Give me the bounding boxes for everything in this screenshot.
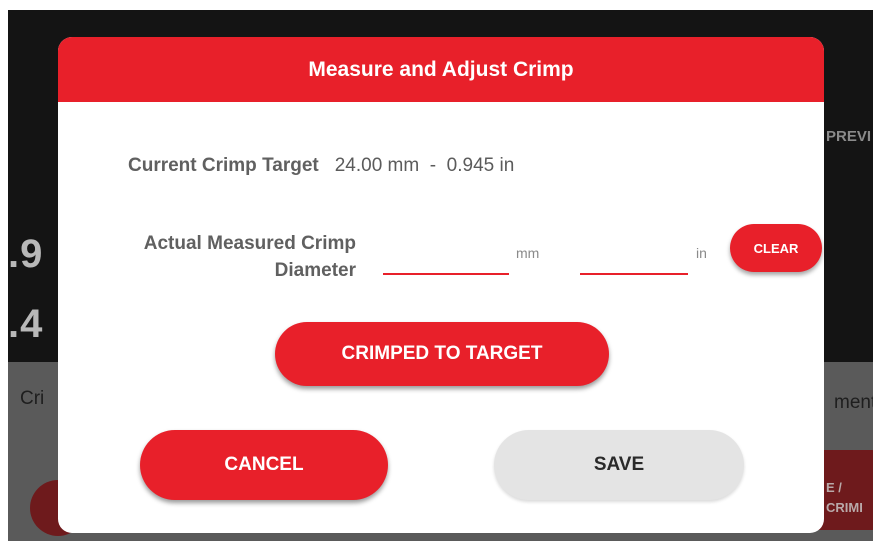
background-section-left: Cri xyxy=(20,388,45,409)
dialog-header: Measure and Adjust Crimp xyxy=(58,37,824,102)
background-prev-label: PREVI xyxy=(826,128,872,145)
background-value-1: .9 xyxy=(8,232,44,276)
dialog-title: Measure and Adjust Crimp xyxy=(308,57,574,81)
mm-unit-label: mm xyxy=(516,245,540,261)
crimped-to-target-button[interactable]: CRIMPED TO TARGET xyxy=(275,322,609,386)
measured-mm-input[interactable] xyxy=(383,243,509,275)
cancel-button[interactable]: CANCEL xyxy=(140,430,388,500)
measure-adjust-crimp-dialog: Measure and Adjust Crimp Current Crimp T… xyxy=(58,37,824,533)
background-value-2: .4 xyxy=(8,302,44,346)
measured-diameter-label: Actual Measured Crimp Diameter xyxy=(143,233,356,281)
background-section-right: ment xyxy=(834,392,873,413)
current-target-row: Current Crimp Target 24.00 mm - 0.945 in xyxy=(128,155,514,177)
current-target-value: 24.00 mm - 0.945 in xyxy=(334,155,515,176)
current-target-label: Current Crimp Target xyxy=(128,155,319,176)
in-unit-label: in xyxy=(696,245,707,261)
measured-in-input[interactable] xyxy=(580,243,688,275)
save-button[interactable]: SAVE xyxy=(494,430,744,500)
clear-button[interactable]: CLEAR xyxy=(730,224,822,272)
background-red-button-label: E / CRIMI xyxy=(826,480,863,515)
